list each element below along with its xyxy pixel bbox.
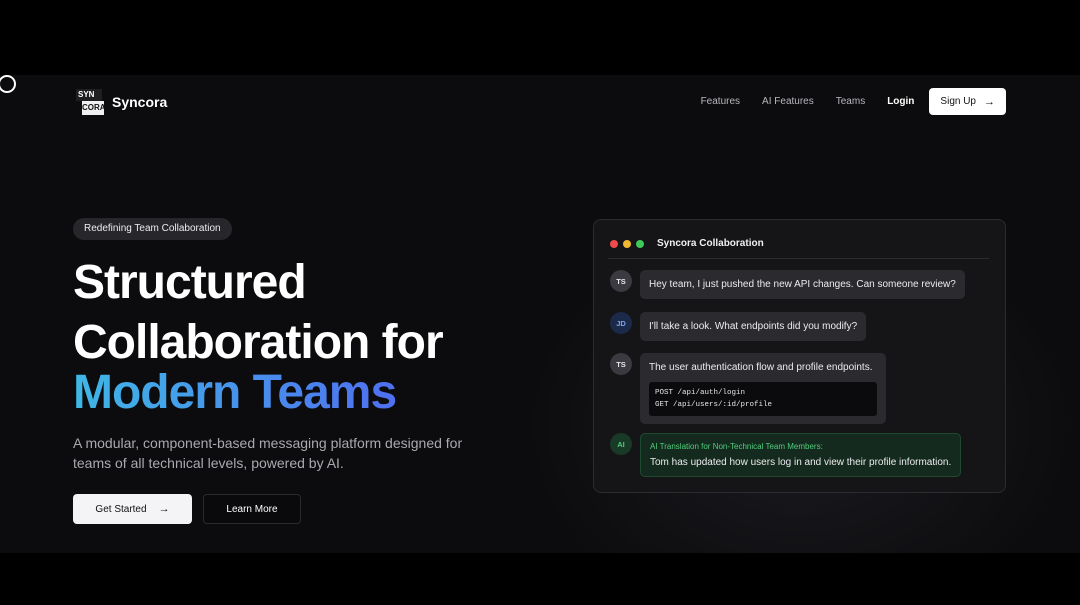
arrow-right-icon: →: [158, 503, 170, 515]
login-link[interactable]: Login: [887, 96, 914, 107]
ai-translation-text: Tom has updated how users log in and vie…: [650, 457, 952, 468]
chat-message: TS Hey team, I just pushed the new API c…: [610, 270, 965, 299]
signup-button[interactable]: Sign Up →: [929, 88, 1006, 115]
hero-subtitle: A modular, component-based messaging pla…: [73, 435, 463, 471]
code-line: POST /api/auth/login: [655, 389, 746, 397]
arrow-right-icon: →: [984, 95, 995, 108]
window-maximize-dot: [636, 239, 644, 248]
nav: Features AI Features Teams Login Sign Up…: [701, 88, 1006, 115]
get-started-label: Get Started: [95, 503, 147, 515]
ai-translation-label: AI Translation for Non-Technical Team Me…: [650, 442, 823, 451]
nav-link-ai-features[interactable]: AI Features: [762, 96, 814, 107]
brand[interactable]: SYN CORA Syncora: [76, 89, 167, 115]
hero-title-line1: Structured: [73, 256, 307, 309]
message-bubble: The user authentication flow and profile…: [640, 353, 886, 424]
ai-avatar: AI: [610, 433, 632, 455]
hero-title-line2: Collaboration for: [73, 316, 444, 369]
chat-preview-window: Syncora Collaboration TS Hey team, I jus…: [593, 219, 1006, 493]
chat-divider: [608, 258, 989, 259]
code-line: GET /api/users/:id/profile: [655, 401, 773, 409]
chat-message: TS The user authentication flow and prof…: [610, 353, 886, 424]
chat-title: Syncora Collaboration: [657, 238, 764, 249]
header: SYN CORA Syncora Features AI Features Te…: [0, 75, 1080, 129]
message-bubble: I'll take a look. What endpoints did you…: [640, 312, 867, 341]
get-started-button[interactable]: Get Started →: [73, 494, 192, 524]
window-close-dot: [610, 239, 618, 248]
bottom-letterbox: [0, 553, 1080, 605]
signup-label: Sign Up: [940, 96, 976, 107]
avatar: JD: [610, 312, 632, 334]
brand-name: Syncora: [112, 94, 168, 110]
learn-more-label: Learn More: [226, 503, 278, 515]
code-block: POST /api/auth/login GET /api/users/:id/…: [649, 382, 877, 416]
message-text: The user authentication flow and profile…: [649, 362, 873, 373]
logo-bottom-text: CORA: [82, 101, 106, 115]
logo-top-text: SYN: [76, 89, 102, 101]
window-minimize-dot: [623, 239, 631, 248]
ai-translation-bubble: AI Translation for Non-Technical Team Me…: [640, 433, 962, 477]
logo: SYN CORA: [76, 89, 106, 115]
learn-more-button[interactable]: Learn More: [203, 494, 301, 524]
chat-message-ai: AI AI Translation for Non-Technical Team…: [610, 433, 962, 477]
hero-title-line3: Modern Teams: [73, 366, 397, 419]
avatar: TS: [610, 270, 632, 292]
page: SYN CORA Syncora Features AI Features Te…: [0, 75, 1080, 553]
avatar: TS: [610, 353, 632, 375]
hero-badge: Redefining Team Collaboration: [73, 218, 232, 240]
nav-link-features[interactable]: Features: [701, 96, 740, 107]
chat-message: JD I'll take a look. What endpoints did …: [610, 312, 867, 341]
message-bubble: Hey team, I just pushed the new API chan…: [640, 270, 965, 299]
nav-link-teams[interactable]: Teams: [836, 96, 865, 107]
chat-header: Syncora Collaboration: [610, 238, 764, 249]
